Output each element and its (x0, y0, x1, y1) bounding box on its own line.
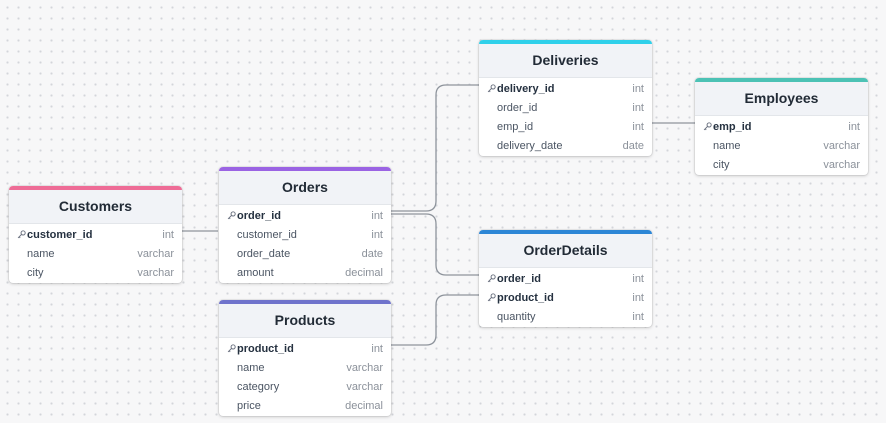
field-name: product_id (497, 292, 554, 304)
table-deliveries[interactable]: Deliveries delivery_id int order_id int emp_… (479, 40, 652, 156)
field-type: int (632, 311, 644, 323)
table-title: OrderDetails (479, 234, 652, 268)
field-row-price[interactable]: price decimal (219, 397, 391, 416)
field-row-name[interactable]: name varchar (695, 137, 868, 156)
key-icon (487, 80, 497, 99)
field-type: date (361, 248, 383, 260)
field-row-category[interactable]: category varchar (219, 378, 391, 397)
field-list: product_id int name varchar category varchar p… (219, 338, 391, 416)
field-name: emp_id (713, 121, 752, 133)
field-row-product-id[interactable]: product_id int (479, 289, 652, 308)
field-name: customer_id (27, 229, 93, 241)
relationship-products-orderdetails[interactable] (391, 294, 479, 346)
field-row-city[interactable]: city varchar (9, 264, 182, 283)
table-orders[interactable]: Orders order_id int customer_id int order_da… (219, 167, 391, 283)
field-type: varchar (137, 267, 174, 279)
field-row-delivery-id[interactable]: delivery_id int (479, 80, 652, 99)
table-products[interactable]: Products product_id int name varchar categor… (219, 300, 391, 416)
field-list: customer_id int name varchar city varchar (9, 224, 182, 283)
key-icon (703, 118, 713, 137)
field-list: order_id int product_id int quantity int (479, 268, 652, 327)
field-type: varchar (823, 140, 860, 152)
field-row-city[interactable]: city varchar (695, 156, 868, 175)
field-row-amount[interactable]: amount decimal (219, 264, 391, 283)
field-list: emp_id int name varchar city varchar (695, 116, 868, 175)
key-icon (227, 207, 237, 226)
field-name: delivery_id (497, 83, 555, 95)
field-name: category (237, 381, 280, 393)
field-list: order_id int customer_id int order_date date a… (219, 205, 391, 283)
table-title: Orders (219, 171, 391, 205)
table-title: Customers (9, 190, 182, 224)
field-type: varchar (137, 248, 174, 260)
field-type: int (632, 121, 644, 133)
field-type: decimal (345, 267, 383, 279)
field-type: int (162, 229, 174, 241)
field-type: decimal (345, 400, 383, 412)
field-row-quantity[interactable]: quantity int (479, 308, 652, 327)
field-type: int (632, 83, 644, 95)
table-title: Deliveries (479, 44, 652, 78)
field-name: price (237, 400, 261, 412)
field-name: amount (237, 267, 274, 279)
field-row-order-id[interactable]: order_id int (479, 99, 652, 118)
field-row-order-date[interactable]: order_date date (219, 245, 391, 264)
field-row-name[interactable]: name varchar (219, 359, 391, 378)
field-name: order_id (497, 273, 542, 285)
field-type: varchar (823, 159, 860, 171)
field-type: varchar (346, 362, 383, 374)
field-type: int (371, 210, 383, 222)
table-customers[interactable]: Customers customer_id int name varchar city v… (9, 186, 182, 283)
field-type: int (632, 292, 644, 304)
key-icon (17, 226, 27, 245)
field-row-delivery-date[interactable]: delivery_date date (479, 137, 652, 156)
key-icon (227, 340, 237, 359)
field-type: varchar (346, 381, 383, 393)
field-row-customer-id[interactable]: customer_id int (219, 226, 391, 245)
field-row-product-id[interactable]: product_id int (219, 340, 391, 359)
field-name: name (237, 362, 265, 374)
table-title: Employees (695, 82, 868, 116)
field-name: product_id (237, 343, 294, 355)
table-orderdetails[interactable]: OrderDetails order_id int product_id int qua… (479, 230, 652, 327)
field-list: delivery_id int order_id int emp_id int delive… (479, 78, 652, 156)
field-type: int (632, 273, 644, 285)
field-type: int (632, 102, 644, 114)
field-type: date (622, 140, 644, 152)
field-name: emp_id (497, 121, 534, 133)
field-row-order-id[interactable]: order_id int (219, 207, 391, 226)
field-name: city (27, 267, 44, 279)
key-icon (487, 270, 497, 289)
field-row-customer-id[interactable]: customer_id int (9, 226, 182, 245)
field-name: city (713, 159, 730, 171)
key-icon (487, 289, 497, 308)
relationship-orders-orderdetails[interactable] (391, 213, 479, 276)
field-type: int (848, 121, 860, 133)
table-employees[interactable]: Employees emp_id int name varchar city varcha… (695, 78, 868, 175)
field-row-emp-id[interactable]: emp_id int (479, 118, 652, 137)
field-name: name (713, 140, 741, 152)
field-name: delivery_date (497, 140, 563, 152)
field-name: quantity (497, 311, 536, 323)
field-row-name[interactable]: name varchar (9, 245, 182, 264)
field-name: name (27, 248, 55, 260)
field-row-emp-id[interactable]: emp_id int (695, 118, 868, 137)
field-name: order_id (237, 210, 282, 222)
field-type: int (371, 343, 383, 355)
field-name: order_id (497, 102, 538, 114)
field-row-order-id[interactable]: order_id int (479, 270, 652, 289)
field-name: customer_id (237, 229, 297, 241)
field-name: order_date (237, 248, 291, 260)
relationship-orders-deliveries[interactable] (391, 84, 479, 212)
field-type: int (371, 229, 383, 241)
table-title: Products (219, 304, 391, 338)
